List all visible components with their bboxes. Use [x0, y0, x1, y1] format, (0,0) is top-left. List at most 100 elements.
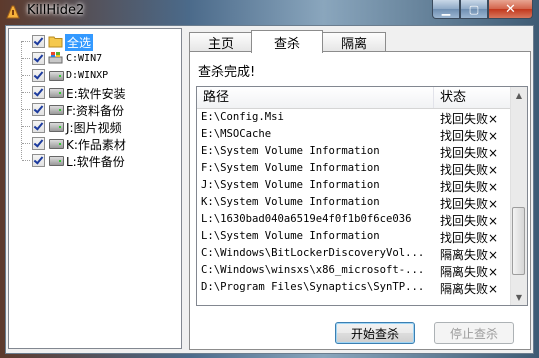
table-row[interactable]: K:\System Volume Information 找回失败× [197, 194, 514, 211]
tree-item[interactable]: J:图片视频 [9, 118, 179, 135]
tree-item[interactable]: E:软件安装 [9, 84, 179, 101]
tree-line [22, 143, 30, 144]
tree-item-label: C:WIN7 [66, 53, 103, 64]
path-cell: L:\1630bad040a6519e4f0f1b0f6ce036 [201, 213, 412, 225]
table-row[interactable]: E:\MSOCache 找回失败× [197, 126, 514, 143]
tree-item-label: D:WINXP [66, 70, 109, 81]
start-scan-button[interactable]: 开始查杀 [335, 322, 415, 344]
tree-item[interactable]: F:资料备份 [9, 101, 179, 118]
tree-item[interactable]: K:作品素材 [9, 135, 179, 152]
window-title: KillHide2 [27, 3, 85, 18]
status-cell: 找回失败× [440, 197, 499, 211]
maximize-button[interactable]: ▢ [460, 0, 488, 19]
tab-quarantine[interactable]: 隔离 [322, 32, 386, 52]
client-area: 全选 C:WIN7 D:WINXP E:软件安装 F:资料备份 J:图片视频 K:作品素材 L… [5, 25, 534, 354]
tree-line [22, 41, 30, 42]
tree-line [22, 58, 30, 59]
scroll-down-button[interactable]: ▼ [511, 289, 527, 305]
path-cell: D:\Program Files\Synaptics\SynTP... [201, 281, 425, 293]
minimize-icon: ▁ [441, 2, 451, 16]
status-cell: 找回失败× [440, 163, 499, 177]
close-icon: ✕ [505, 1, 516, 17]
drive-icon [49, 88, 64, 98]
drive-icon [49, 122, 64, 132]
table-row[interactable]: J:\System Volume Information 找回失败× [197, 177, 514, 194]
drive-icon [49, 156, 64, 166]
tree-item-label: F:资料备份 [66, 104, 125, 118]
path-cell: J:\System Volume Information [201, 179, 380, 191]
drive-icon [49, 139, 64, 149]
scroll-up-button[interactable]: ▲ [511, 87, 527, 103]
drive-windows-icon [48, 52, 63, 64]
checkbox[interactable] [32, 154, 45, 167]
tree-item-label: K:作品素材 [66, 138, 126, 152]
tab-label: 主页 [207, 37, 234, 52]
table-row[interactable]: L:\System Volume Information 找回失败× [197, 228, 514, 245]
table-row[interactable]: C:\Windows\winsxs\x86_microsoft-... 隔离失败× [197, 262, 514, 279]
path-cell: C:\Windows\winsxs\x86_microsoft-... [201, 264, 425, 276]
stop-scan-button[interactable]: 停止查杀 [434, 322, 514, 344]
path-cell: F:\System Volume Information [201, 162, 380, 174]
checkbox[interactable] [32, 120, 45, 133]
tree-item[interactable]: D:WINXP [9, 67, 179, 84]
tree-item[interactable]: 全选 [9, 33, 179, 51]
list-header: 路径 状态 [197, 87, 514, 109]
table-row[interactable]: L:\1630bad040a6519e4f0f1b0f6ce036 找回失败× [197, 211, 514, 228]
checkbox[interactable] [32, 86, 45, 99]
table-row[interactable]: D:\Program Files\Synaptics\SynTP... 隔离失败× [197, 279, 514, 296]
table-row[interactable]: E:\Config.Msi 找回失败× [197, 109, 514, 126]
status-cell: 找回失败× [440, 146, 499, 160]
checkbox[interactable] [32, 52, 45, 65]
scroll-up-icon: ▲ [515, 90, 523, 100]
path-cell: E:\System Volume Information [201, 145, 380, 157]
tab-label: 隔离 [340, 37, 367, 52]
table-row[interactable]: E:\System Volume Information 找回失败× [197, 143, 514, 160]
close-button[interactable]: ✕ [488, 0, 533, 19]
path-cell: L:\System Volume Information [201, 230, 380, 242]
tree-item[interactable]: C:WIN7 [9, 50, 179, 67]
title-bar[interactable]: KillHide2 ▁ ▢ ✕ [0, 0, 539, 24]
status-cell: 隔离失败× [440, 282, 499, 296]
table-row[interactable]: C:\Windows\BitLockerDiscoveryVol... 隔离失败× [197, 245, 514, 262]
checkbox[interactable] [32, 137, 45, 150]
tree-line [22, 160, 30, 161]
status-cell: 找回失败× [440, 129, 499, 143]
maximize-icon: ▢ [468, 2, 480, 16]
checkbox[interactable] [32, 35, 45, 48]
drive-icon [49, 71, 64, 81]
scroll-down-icon: ▼ [515, 292, 523, 302]
results-list[interactable]: 路径 状态 E:\Config.Msi 找回失败× E:\MSOCache 找回失败×… [196, 86, 528, 306]
vertical-scrollbar[interactable]: ▲ ▼ [510, 87, 527, 305]
tree-line [22, 92, 30, 93]
column-header-path[interactable]: 路径 [197, 87, 433, 108]
drive-tree[interactable]: 全选 C:WIN7 D:WINXP E:软件安装 F:资料备份 J:图片视频 K:作品素材 L… [8, 28, 182, 349]
status-cell: 找回失败× [440, 180, 499, 194]
checkbox[interactable] [32, 69, 45, 82]
tab-label: 查杀 [273, 36, 300, 52]
scroll-thumb[interactable] [512, 207, 525, 275]
tree-item-label: J:图片视频 [66, 121, 122, 135]
scan-panel: 查杀完成! 路径 状态 E:\Config.Msi 找回失败× E:\MSOCach… [189, 51, 531, 350]
scan-status: 查杀完成! [198, 65, 256, 80]
checkbox[interactable] [32, 103, 45, 116]
folder-icon [48, 36, 63, 48]
tree-item[interactable]: L:软件备份 [9, 152, 179, 169]
tab-home[interactable]: 主页 [189, 32, 253, 52]
column-header-status[interactable]: 状态 [434, 87, 514, 108]
tree-item-label: E:软件安装 [66, 87, 126, 101]
tab-scan[interactable]: 查杀 [251, 30, 323, 53]
status-cell: 找回失败× [440, 231, 499, 245]
minimize-button[interactable]: ▁ [432, 0, 460, 19]
drive-icon [49, 105, 64, 115]
tree-line [22, 126, 30, 127]
path-cell: E:\MSOCache [201, 128, 272, 140]
table-row[interactable]: F:\System Volume Information 找回失败× [197, 160, 514, 177]
tree-item-label: 全选 [65, 34, 94, 51]
path-cell: E:\Config.Msi [201, 111, 284, 123]
app-icon [6, 5, 20, 19]
tree-line [22, 75, 30, 76]
status-cell: 找回失败× [440, 112, 499, 126]
tree-line [22, 109, 30, 110]
app-window: KillHide2 ▁ ▢ ✕ 全选 C:WIN7 D:WINXP E:软件安装 F:资… [0, 0, 539, 358]
status-cell: 隔离失败× [440, 248, 499, 262]
